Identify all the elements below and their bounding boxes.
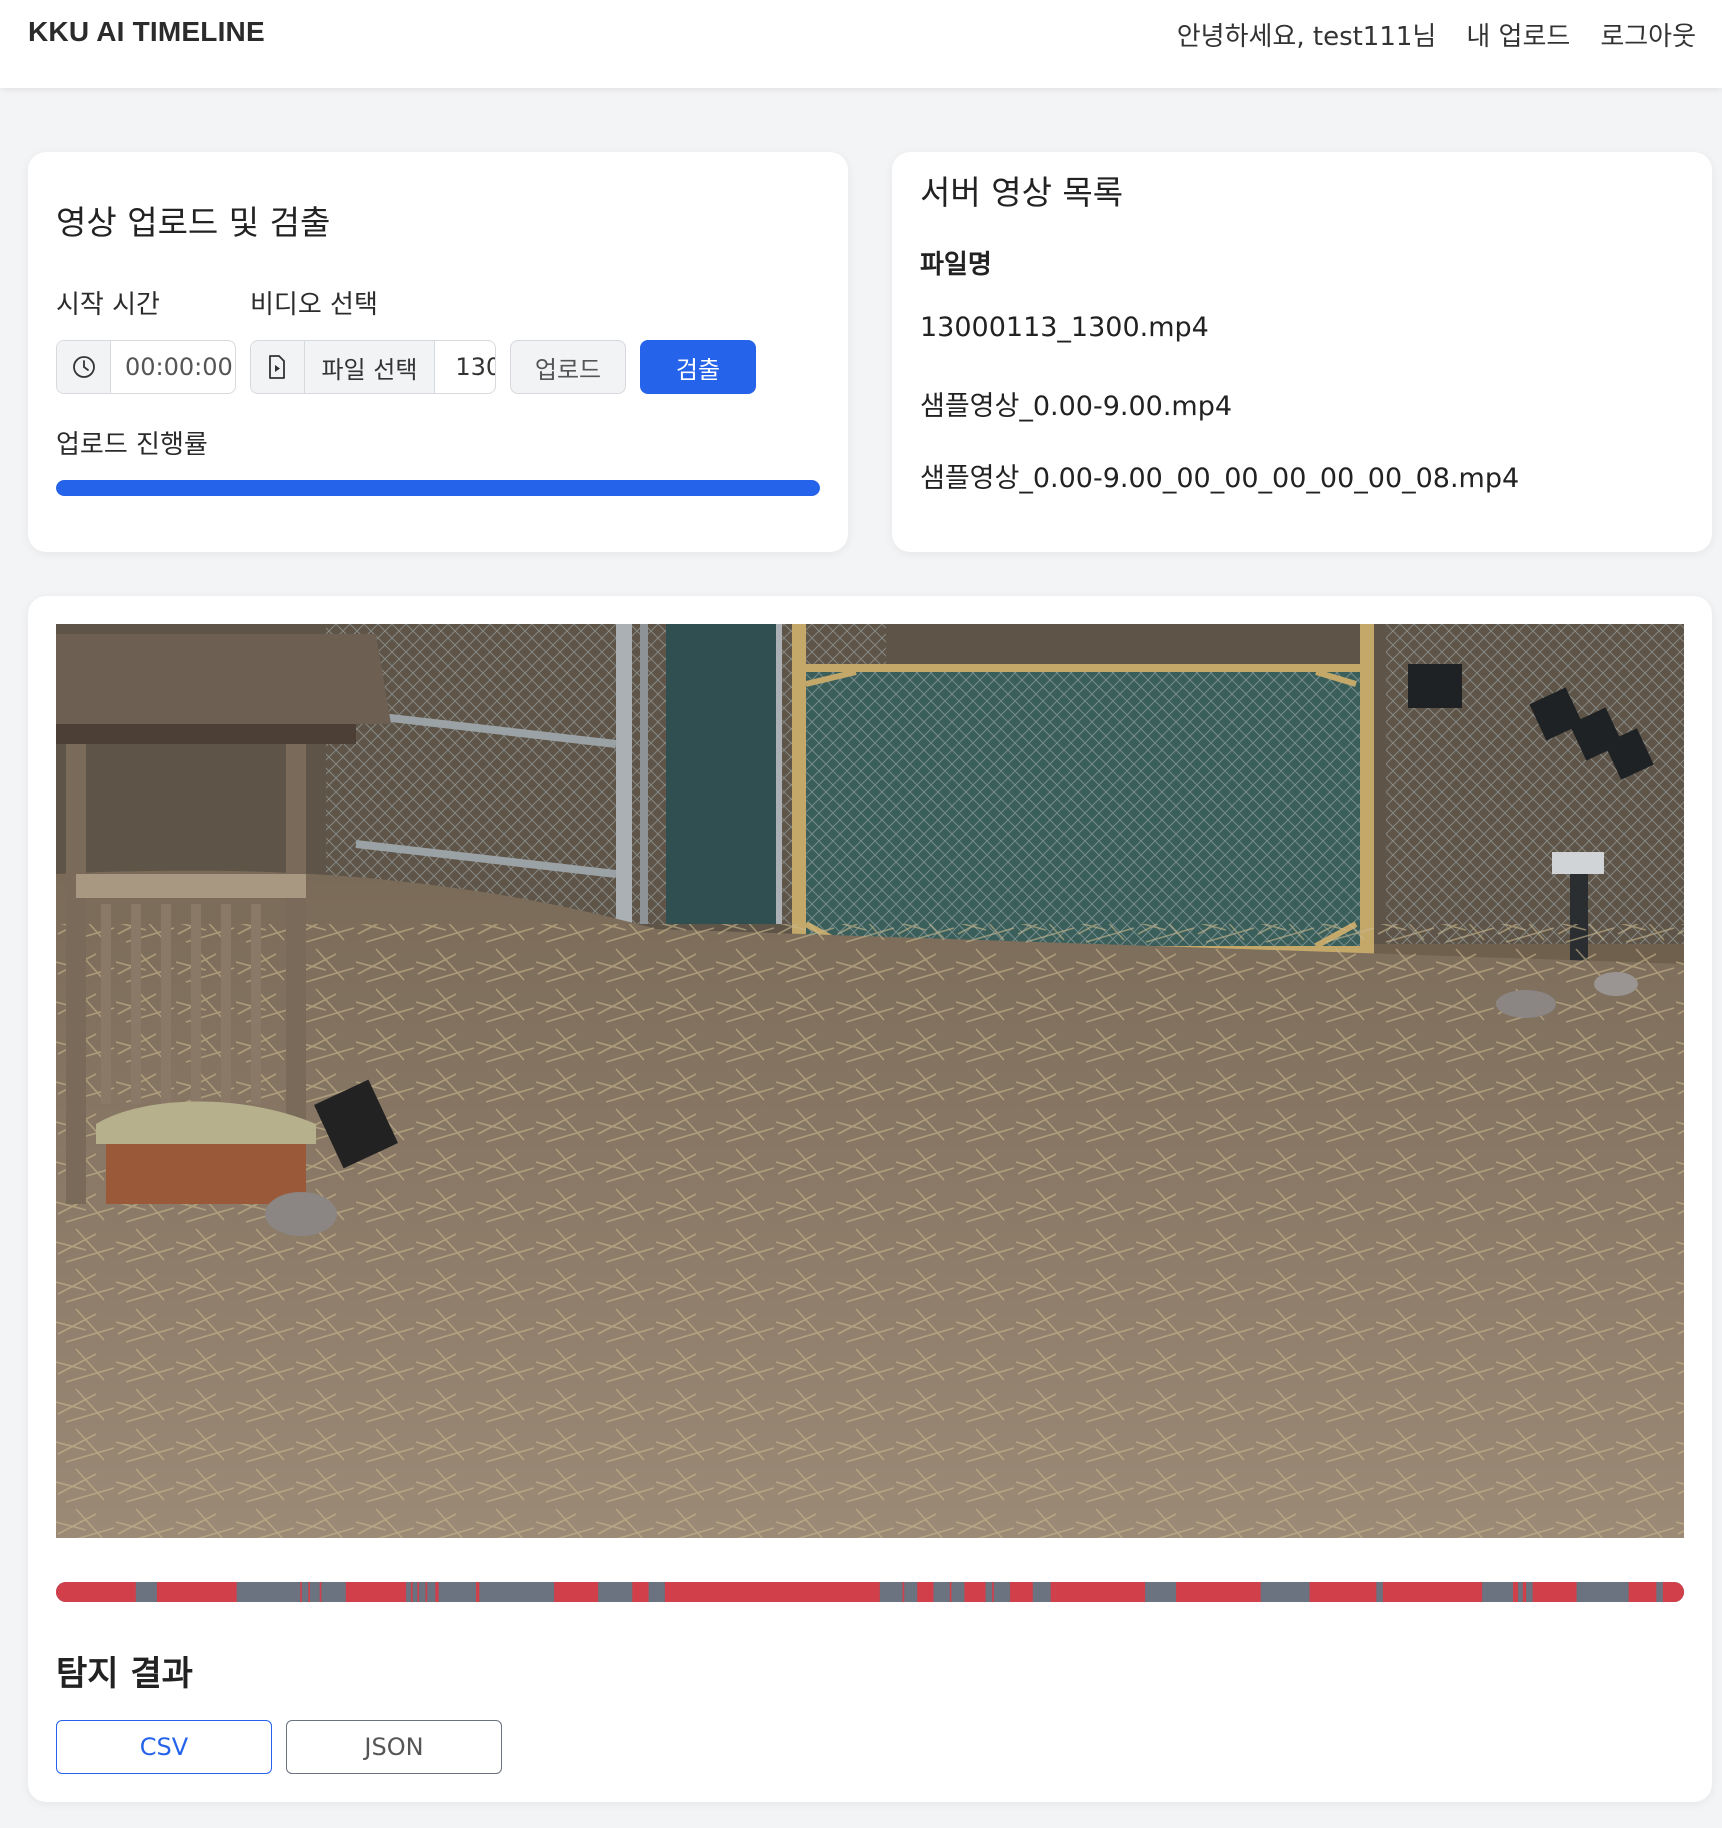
json-download-button[interactable]: JSON xyxy=(286,1720,502,1774)
start-time-input-group[interactable]: 00:00:00 xyxy=(56,340,236,394)
timeline-detected-segment[interactable] xyxy=(964,1582,986,1602)
timeline-detected-segment[interactable] xyxy=(156,1582,237,1602)
file-select-button[interactable]: 파일 선택 xyxy=(304,341,436,393)
timeline-detected-segment[interactable] xyxy=(56,1582,136,1602)
timeline-detected-segment[interactable] xyxy=(319,1582,322,1602)
timeline-detected-segment[interactable] xyxy=(308,1582,310,1602)
video-frame xyxy=(56,624,1684,1538)
timeline-detected-segment[interactable] xyxy=(1010,1582,1033,1602)
top-navbar: KKU AI TIMELINE 안녕하세요, test111님 내 업로드 로그… xyxy=(0,0,1722,88)
timeline-detected-segment[interactable] xyxy=(476,1582,480,1602)
server-file-item[interactable]: 13000113_1300.mp4 xyxy=(920,312,1519,384)
detection-timeline-bar[interactable] xyxy=(56,1582,1684,1602)
greeting-text: 안녕하세요, test111님 xyxy=(1176,22,1437,52)
timeline-detected-segment[interactable] xyxy=(1662,1582,1684,1602)
my-uploads-link[interactable]: 내 업로드 xyxy=(1466,16,1570,53)
clock-icon xyxy=(57,341,111,393)
upload-progress-bar xyxy=(56,480,820,496)
detection-result-title: 탐지 결과 xyxy=(56,1654,193,1694)
timeline-segments xyxy=(56,1582,1684,1602)
server-list-title: 서버 영상 목록 xyxy=(920,173,1124,212)
timeline-detected-segment[interactable] xyxy=(902,1582,905,1602)
video-file-input-group[interactable]: 파일 선택 13000113_1300.mp4 xyxy=(250,340,496,394)
timeline-detected-segment[interactable] xyxy=(664,1582,880,1602)
upload-card-title: 영상 업로드 및 검출 xyxy=(56,203,331,242)
selected-file-name: 13000113_1300.mp4 xyxy=(455,353,495,381)
timeline-detected-segment[interactable] xyxy=(417,1582,420,1602)
brand-logo[interactable]: KKU AI TIMELINE xyxy=(28,16,265,48)
upload-progress-label: 업로드 진행률 xyxy=(56,430,208,460)
video-file-icon xyxy=(251,341,305,393)
detect-button[interactable]: 검출 xyxy=(640,340,756,394)
timeline-detected-segment[interactable] xyxy=(1309,1582,1377,1602)
timeline-detected-segment[interactable] xyxy=(1055,1582,1146,1602)
timeline-detected-segment[interactable] xyxy=(1628,1582,1657,1602)
timeline-detected-segment[interactable] xyxy=(554,1582,599,1602)
timeline-detected-segment[interactable] xyxy=(425,1582,428,1602)
video-select-label: 비디오 선택 xyxy=(250,290,378,320)
timeline-detected-segment[interactable] xyxy=(632,1582,649,1602)
filename-column-header: 파일명 xyxy=(920,250,992,280)
server-file-list: 13000113_1300.mp4 샘플영상_0.00-9.00.mp4 샘플영… xyxy=(920,312,1519,528)
start-time-label: 시작 시간 xyxy=(56,290,160,320)
server-video-list-card: 서버 영상 목록 파일명 13000113_1300.mp4 샘플영상_0.00… xyxy=(892,152,1712,552)
timeline-detected-segment[interactable] xyxy=(435,1582,439,1602)
video-player[interactable] xyxy=(56,624,1684,1538)
timeline-detected-segment[interactable] xyxy=(345,1582,407,1602)
timeline-detected-segment[interactable] xyxy=(1513,1582,1518,1602)
timeline-detected-segment[interactable] xyxy=(1382,1582,1483,1602)
logout-link[interactable]: 로그아웃 xyxy=(1600,16,1696,53)
timeline-detected-segment[interactable] xyxy=(1522,1582,1527,1602)
server-file-item[interactable]: 샘플영상_0.00-9.00.mp4 xyxy=(920,384,1519,456)
timeline-detected-segment[interactable] xyxy=(1050,1582,1056,1602)
timeline-detected-segment[interactable] xyxy=(410,1582,413,1602)
timeline-detected-segment[interactable] xyxy=(917,1582,934,1602)
start-time-input[interactable]: 00:00:00 xyxy=(111,341,233,393)
video-result-card: 탐지 결과 CSV JSON xyxy=(28,596,1712,1802)
upload-button[interactable]: 업로드 xyxy=(510,340,626,394)
server-file-item[interactable]: 샘플영상_0.00-9.00_00_00_00_00_00_08.mp4 xyxy=(920,456,1519,528)
upload-card: 영상 업로드 및 검출 시작 시간 비디오 선택 00:00:00 파일 선택 … xyxy=(28,152,848,552)
csv-download-button[interactable]: CSV xyxy=(56,1720,272,1774)
timeline-detected-segment[interactable] xyxy=(1532,1582,1577,1602)
timeline-detected-segment[interactable] xyxy=(300,1582,302,1602)
timeline-detected-segment[interactable] xyxy=(949,1582,952,1602)
user-nav: 안녕하세요, test111님 내 업로드 로그아웃 xyxy=(1177,16,1696,53)
timeline-detected-segment[interactable] xyxy=(992,1582,994,1602)
timeline-detected-segment[interactable] xyxy=(1176,1582,1261,1602)
upload-progress-fill xyxy=(56,480,820,496)
